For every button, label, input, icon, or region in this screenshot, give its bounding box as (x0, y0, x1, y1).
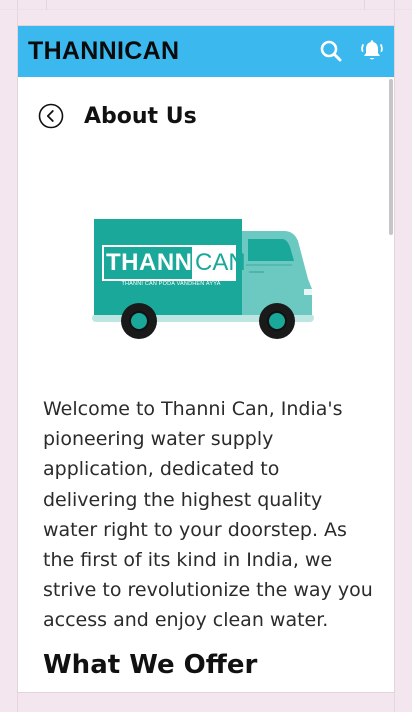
truck-logo-tagline: THANNI CAN PODA VANDHEN AYYA (121, 281, 221, 287)
bg-guide-right (394, 0, 395, 712)
page-title: About Us (84, 103, 197, 129)
page-content[interactable]: About Us THANNI CAN THANNI CAN PODA VAND… (18, 77, 394, 692)
page-header: About Us (18, 77, 394, 129)
search-icon[interactable] (319, 39, 343, 63)
back-arrow-icon[interactable] (38, 103, 64, 129)
truck-logo-word-thanni: THANNI (106, 249, 200, 276)
bg-guide-tick-left (46, 0, 47, 10)
app-header: THANNICAN (18, 26, 394, 77)
truck-logo-word-can: CAN (195, 249, 246, 276)
scrollbar-thumb[interactable] (389, 79, 393, 235)
notification-bell-icon[interactable] (360, 39, 384, 63)
hero-truck-illustration: THANNI CAN THANNI CAN PODA VANDHEN AYYA (88, 217, 318, 347)
bg-guide-tick-right (364, 0, 365, 10)
scrollbar[interactable] (388, 77, 394, 692)
what-we-offer-heading: What We Offer (43, 649, 258, 680)
bg-guide-top (0, 9, 412, 10)
about-paragraph: Welcome to Thanni Can, India's pioneerin… (43, 398, 373, 632)
brand-logo[interactable]: THANNICAN (28, 37, 179, 66)
app-frame: THANNICAN About Us THANNI CAN THANNI CAN… (18, 26, 394, 692)
header-actions (319, 39, 384, 63)
